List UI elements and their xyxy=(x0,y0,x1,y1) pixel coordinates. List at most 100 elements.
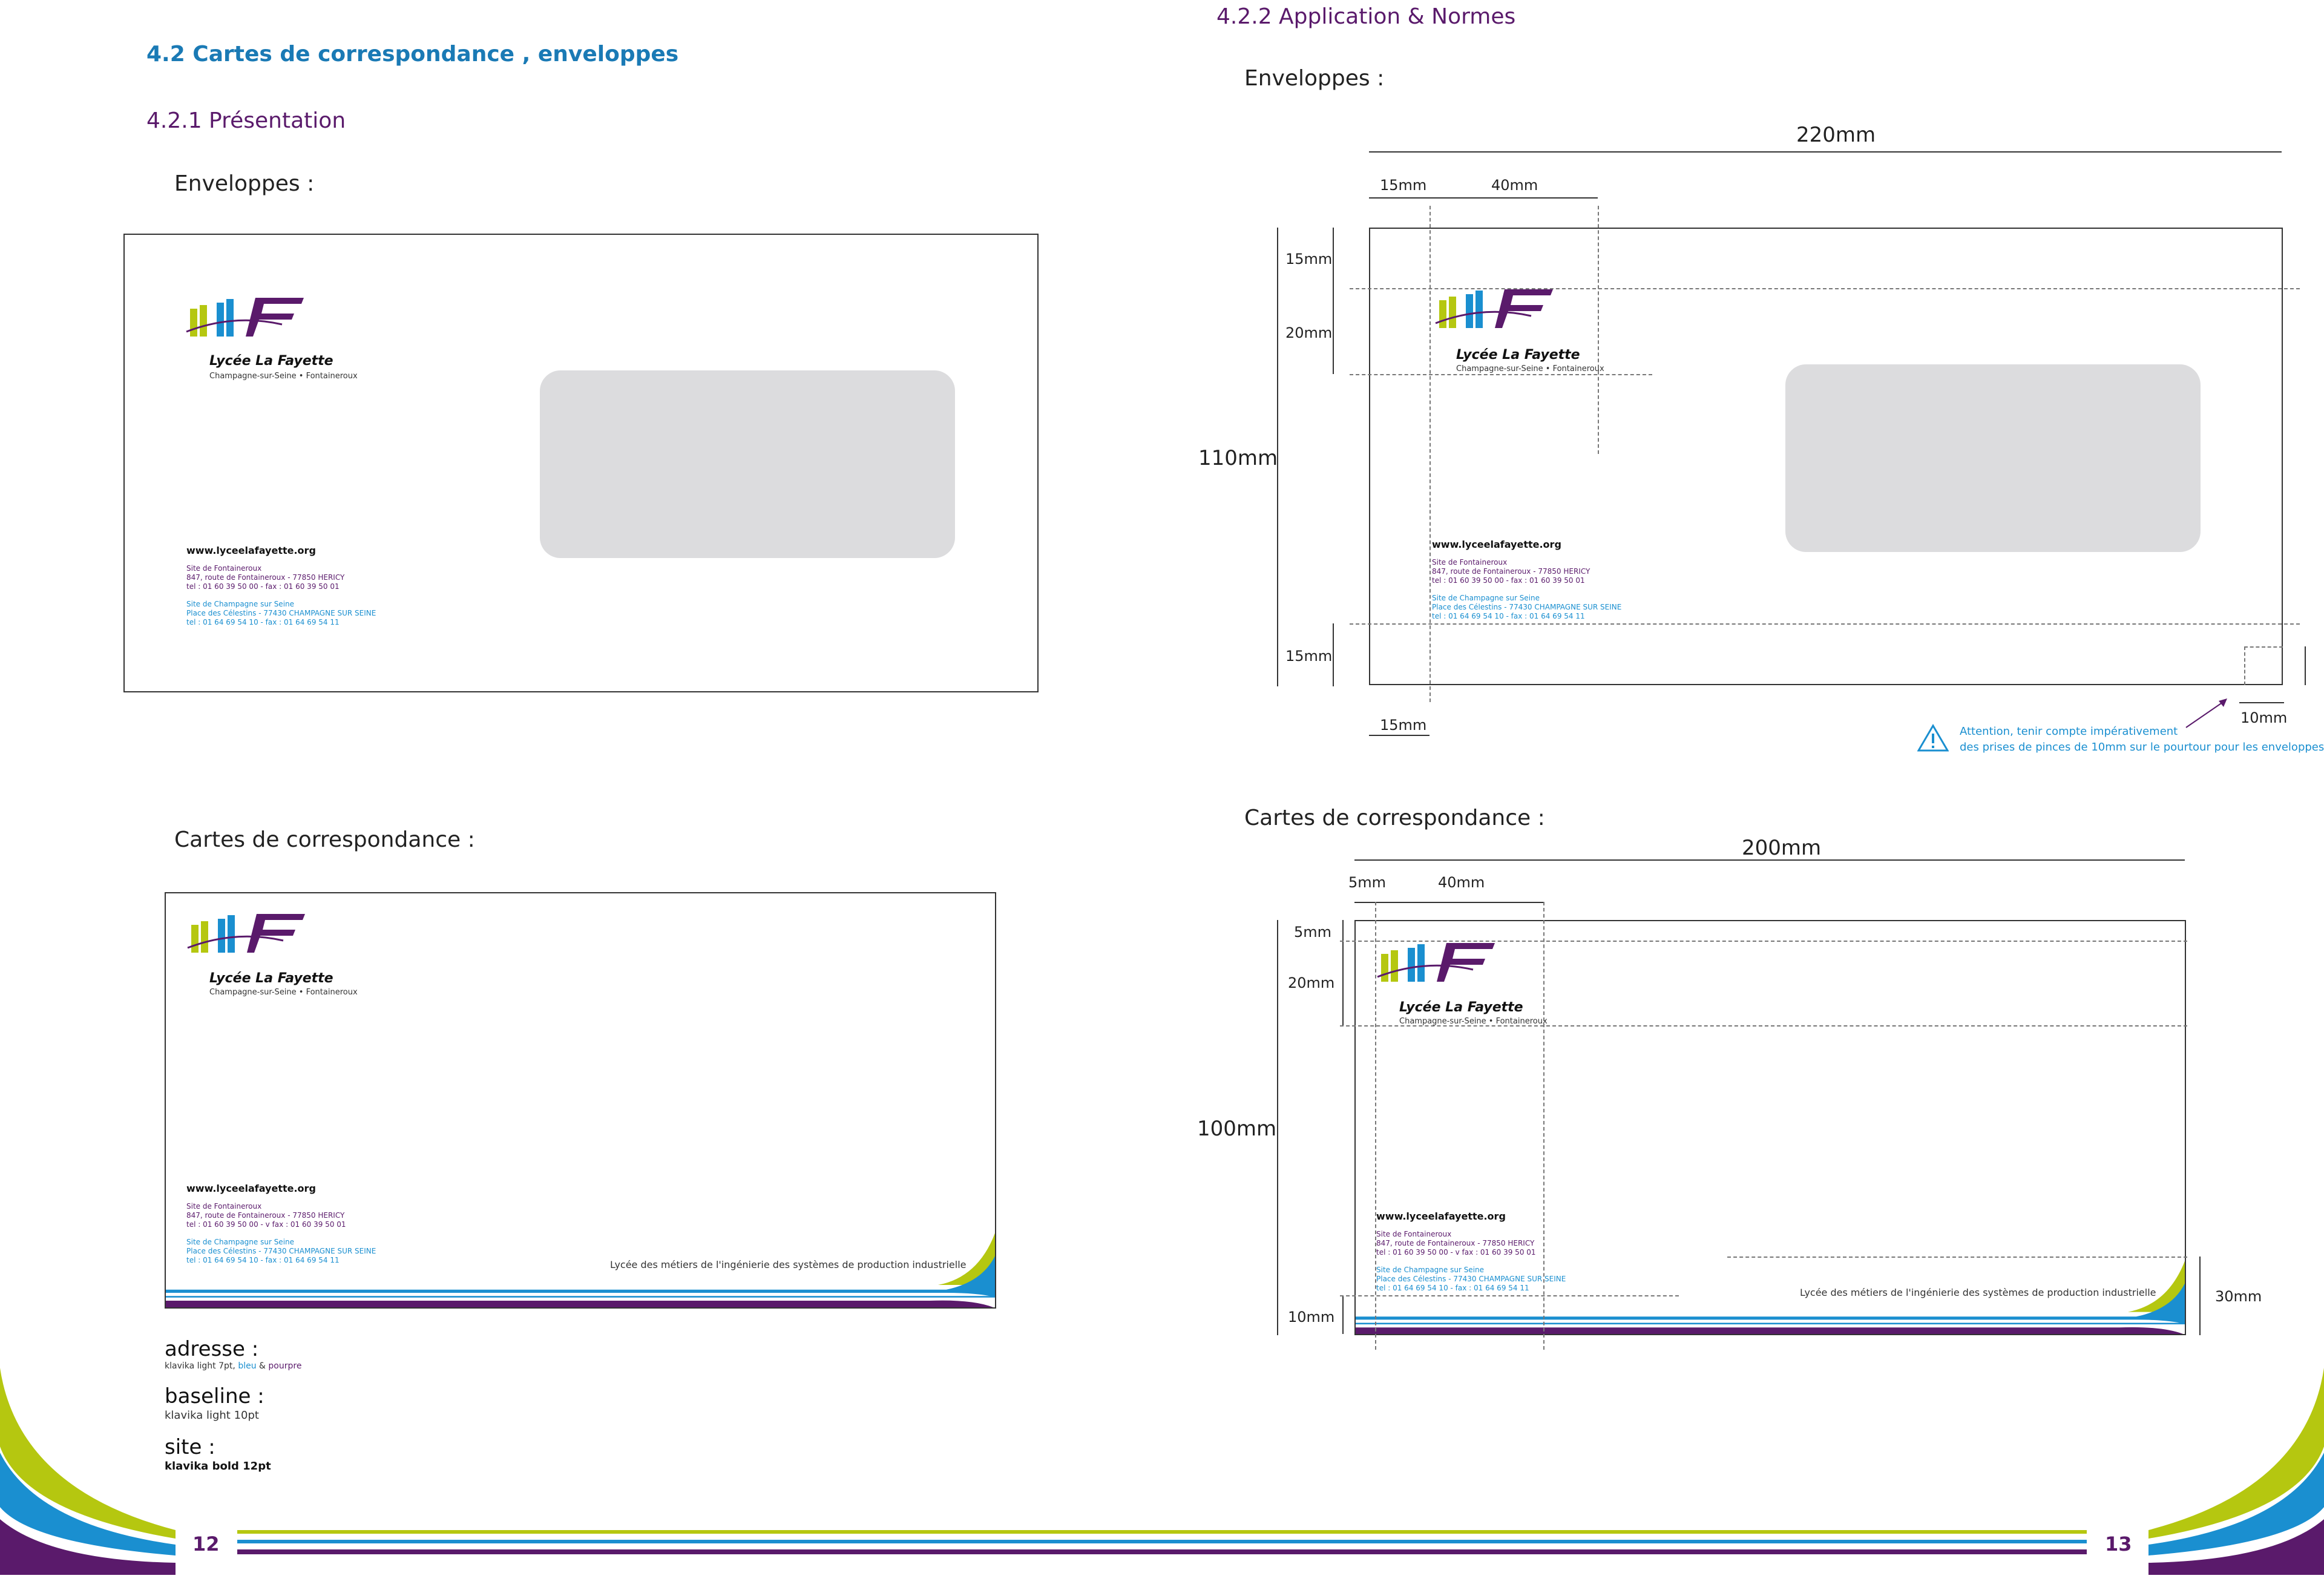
color-band xyxy=(166,1230,996,1309)
corner-guide xyxy=(2244,646,2283,685)
dim-card-height: 100mm xyxy=(1197,1117,1277,1141)
site1-phone: tel : 01 60 39 50 00 - v fax : 01 60 39 … xyxy=(186,1220,346,1229)
site2-phone: tel : 01 64 69 54 10 - fax : 01 64 69 54… xyxy=(1432,612,1585,620)
dim-corner: 10mm xyxy=(2240,709,2288,726)
dim-line xyxy=(1342,1295,1344,1334)
site2-address: Place des Célestins - 77430 CHAMPAGNE SU… xyxy=(1432,603,1622,611)
dim-bottom-margin: 15mm xyxy=(1285,648,1333,665)
warning-text: Attention, tenir compte impérativement d… xyxy=(1960,724,2324,755)
envelopes-label-right: Enveloppes : xyxy=(1244,66,1385,91)
footer-stripe-purple xyxy=(237,1549,2087,1554)
dim-line xyxy=(1369,197,1598,199)
dim-line xyxy=(1354,859,2185,861)
site1-address: 847, route de Fontaineroux - 77850 HERIC… xyxy=(186,1211,345,1220)
logo-mark-icon xyxy=(1376,941,1497,989)
dim-card-band-height: 30mm xyxy=(2215,1288,2262,1305)
page-number-right: 13 xyxy=(2105,1533,2132,1556)
logo-name: Lycée La Fayette xyxy=(1456,347,1580,363)
dim-envelope-width: 220mm xyxy=(1796,123,1876,147)
warning-line1: Attention, tenir compte impérativement xyxy=(1960,725,2178,738)
logo-mark-icon xyxy=(185,295,306,344)
address-block: Site de Fontaineroux 847, route de Fonta… xyxy=(186,564,376,627)
logo-name: Lycée La Fayette xyxy=(1399,1000,1523,1015)
logo-name: Lycée La Fayette xyxy=(209,971,333,986)
guide-line xyxy=(1340,941,2187,942)
guide-line xyxy=(1340,1025,2187,1027)
website: www.lyceelafayette.org xyxy=(186,1183,316,1194)
dim-left-margin: 15mm xyxy=(1380,177,1427,194)
subsection-title-presentation: 4.2.1 Présentation xyxy=(146,108,346,133)
footer-swoosh-left xyxy=(0,1368,176,1575)
page-number-left: 12 xyxy=(192,1533,220,1556)
dim-line xyxy=(2199,1257,2201,1335)
dim-line xyxy=(1277,228,1278,686)
guide-line xyxy=(1350,374,1652,375)
dim-line xyxy=(1369,735,1430,736)
site1-address: 847, route de Fontaineroux - 77850 HERIC… xyxy=(186,573,345,582)
guide-line xyxy=(1350,623,2300,625)
site1-address: 847, route de Fontaineroux - 77850 HERIC… xyxy=(1376,1239,1535,1247)
address-block: Site de Fontaineroux 847, route de Fonta… xyxy=(1432,558,1621,621)
site2-phone: tel : 01 64 69 54 10 - fax : 01 64 69 54… xyxy=(186,618,340,626)
site2-title: Site de Champagne sur Seine xyxy=(186,600,295,608)
site1-address: 847, route de Fontaineroux - 77850 HERIC… xyxy=(1432,567,1590,576)
dim-card-top-margin: 5mm xyxy=(1294,924,1332,941)
guide-line xyxy=(1598,206,1599,454)
dim-top-margin: 15mm xyxy=(1285,251,1333,268)
site1-phone: tel : 01 60 39 50 00 - fax : 01 60 39 50… xyxy=(1432,576,1585,585)
dim-logo-height: 20mm xyxy=(1285,324,1333,341)
envelopes-label: Enveloppes : xyxy=(174,171,315,196)
footer-stripe-lime xyxy=(237,1530,2087,1534)
guide-line xyxy=(1727,1257,2187,1258)
dim-line xyxy=(1354,902,1543,903)
website: www.lyceelafayette.org xyxy=(1432,539,1561,550)
site2-address: Place des Célestins - 77430 CHAMPAGNE SU… xyxy=(186,609,376,617)
envelope-spec-drawing: Lycée La Fayette Champagne-sur-Seine • F… xyxy=(1369,228,2283,685)
dim-card-logo-width: 40mm xyxy=(1438,874,1485,891)
guide-line xyxy=(1430,206,1431,702)
website: www.lyceelafayette.org xyxy=(1376,1211,1506,1222)
site1-phone: tel : 01 60 39 50 00 - fax : 01 60 39 50… xyxy=(186,582,340,591)
dim-card-bottom-margin: 10mm xyxy=(1288,1309,1335,1326)
footer-stripe-blue xyxy=(237,1540,2087,1543)
cards-label: Cartes de correspondance : xyxy=(174,827,475,852)
site1-title: Site de Fontaineroux xyxy=(186,564,262,573)
site1-title: Site de Fontaineroux xyxy=(186,1202,262,1211)
logo-mark-icon xyxy=(186,912,307,960)
card-mockup: Lycée La Fayette Champagne-sur-Seine • F… xyxy=(165,892,996,1309)
guide-line xyxy=(1543,902,1544,1350)
card-spec-drawing: Lycée La Fayette Champagne-sur-Seine • F… xyxy=(1354,920,2186,1335)
dim-line xyxy=(2305,646,2306,685)
logo-tagline: Champagne-sur-Seine • Fontaineroux xyxy=(1456,364,1604,373)
dim-card-logo-height: 20mm xyxy=(1288,974,1335,991)
site2-title: Site de Champagne sur Seine xyxy=(1432,594,1540,602)
guide-line xyxy=(1375,902,1376,1350)
logo-tagline: Champagne-sur-Seine • Fontaineroux xyxy=(209,988,358,997)
site1-phone: tel : 01 60 39 50 00 - v fax : 01 60 39 … xyxy=(1376,1248,1536,1257)
dim-logo-width: 40mm xyxy=(1491,177,1538,194)
footer-swoosh-right xyxy=(2148,1368,2324,1575)
dim-line xyxy=(1277,920,1278,1335)
site1-title: Site de Fontaineroux xyxy=(1432,558,1508,567)
dim-line xyxy=(1333,228,1334,374)
spec-value-address: klavika light 7pt, bleu & pourpre xyxy=(165,1361,302,1371)
warning-icon xyxy=(1917,724,1949,752)
logo-tagline: Champagne-sur-Seine • Fontaineroux xyxy=(1399,1017,1548,1026)
dim-card-width: 200mm xyxy=(1742,836,1822,860)
logo-name: Lycée La Fayette xyxy=(209,353,333,369)
site1-title: Site de Fontaineroux xyxy=(1376,1230,1452,1238)
address-window xyxy=(1785,364,2201,552)
color-band xyxy=(1356,1258,2186,1335)
guide-line xyxy=(1340,1295,1679,1296)
dim-line xyxy=(1369,151,2282,153)
dim-line xyxy=(1342,920,1344,1027)
envelope-mockup: Lycée La Fayette Champagne-sur-Seine • F… xyxy=(123,234,1039,692)
dim-line xyxy=(1333,623,1334,686)
address-window xyxy=(540,370,955,558)
guide-line xyxy=(1350,288,2300,289)
logo-tagline: Champagne-sur-Seine • Fontaineroux xyxy=(209,372,358,381)
section-title: 4.2 Cartes de correspondance , enveloppe… xyxy=(146,42,679,67)
website: www.lyceelafayette.org xyxy=(186,545,316,556)
subsection-title-application: 4.2.2 Application & Normes xyxy=(1216,4,1516,29)
dim-card-left-margin: 5mm xyxy=(1348,874,1387,891)
